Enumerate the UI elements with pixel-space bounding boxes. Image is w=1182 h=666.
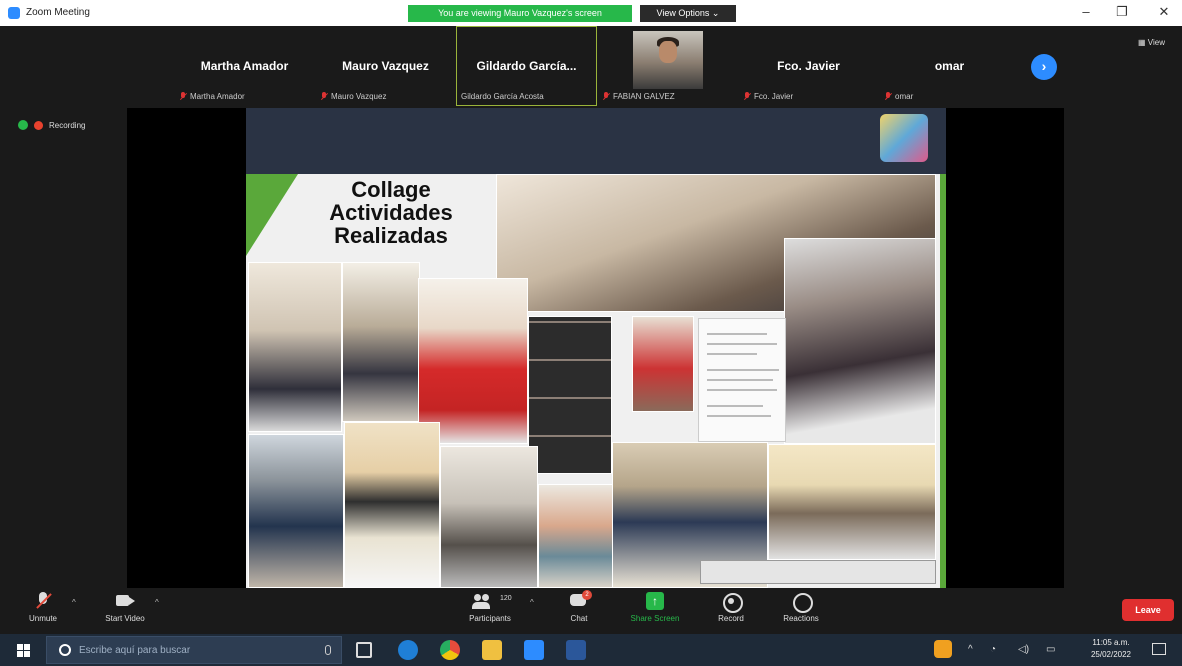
participant-name-label: Mauro Vazquez <box>320 92 386 101</box>
clock-time: 11:05 a.m. <box>1092 638 1130 647</box>
participants-options-caret-icon[interactable]: ^ <box>530 598 534 607</box>
unmute-button[interactable]: Unmute <box>8 592 78 623</box>
slide-green-accent <box>246 174 298 256</box>
participant-gallery-strip: Martha Amador Martha Amador Mauro Vazque… <box>174 26 1020 106</box>
window-titlebar: Zoom Meeting You are viewing Mauro Vazqu… <box>0 0 1182 26</box>
collage-photo-4 <box>248 434 344 588</box>
next-page-arrow-icon[interactable]: › <box>1031 54 1057 80</box>
video-options-caret-icon[interactable]: ^ <box>155 598 159 607</box>
task-view-icon[interactable] <box>356 642 372 658</box>
muted-mic-icon <box>179 92 187 101</box>
participant-tile[interactable]: Mauro Vazquez Mauro Vazquez <box>315 26 456 106</box>
file-explorer-icon[interactable] <box>482 640 502 660</box>
slide-green-edge <box>940 174 946 588</box>
recording-label: Recording <box>49 120 86 130</box>
close-button[interactable]: ✕ <box>1154 4 1174 20</box>
collage-photo-2 <box>342 262 420 422</box>
windows-start-icon[interactable] <box>17 644 30 657</box>
edge-browser-icon[interactable] <box>398 640 418 660</box>
participant-display-name: Fco. Javier <box>777 59 840 73</box>
voice-search-mic-icon[interactable] <box>325 645 331 655</box>
audio-options-caret-icon[interactable]: ^ <box>72 598 76 607</box>
slide-title: Collage Actividades Realizadas <box>329 177 453 248</box>
participant-tile[interactable]: omar omar <box>879 26 1020 106</box>
collage-photo-video-grid <box>528 316 612 474</box>
muted-mic-icon <box>602 92 610 101</box>
participants-icon <box>472 592 490 610</box>
share-screen-icon <box>646 592 664 610</box>
muted-mic-icon <box>884 92 892 101</box>
action-center-icon[interactable] <box>1152 643 1166 655</box>
participant-name-label: Martha Amador <box>179 92 245 101</box>
shared-slide: Collage Actividades Realizadas <box>246 108 946 588</box>
recording-dot-icon <box>34 120 43 130</box>
leave-button[interactable]: Leave <box>1122 599 1174 621</box>
participant-display-name: Mauro Vazquez <box>342 59 429 73</box>
show-hidden-icons-icon[interactable]: ^ <box>968 644 973 655</box>
participants-button[interactable]: 120 Participants <box>452 592 528 623</box>
minimize-button[interactable]: – <box>1076 4 1096 19</box>
video-person-face <box>659 41 677 63</box>
chat-button[interactable]: 2 Chat <box>544 590 614 623</box>
collage-photo-6 <box>440 446 538 588</box>
participant-name-label: Gildardo García Acosta <box>461 92 544 101</box>
network-icon[interactable]: ◔ <box>990 644 996 655</box>
reactions-smiley-icon <box>792 592 813 613</box>
collage-photo-9 <box>768 444 936 560</box>
taskbar-search-box[interactable]: Escribe aquí para buscar <box>46 636 342 664</box>
zoom-app-icon <box>8 7 20 19</box>
start-video-button[interactable]: Start Video <box>90 592 160 623</box>
participant-name-label: FABIAN GALVEZ <box>602 92 675 101</box>
meeting-toolbar: Unmute ^ Start Video ^ 120 Participants … <box>0 588 1182 634</box>
muted-mic-icon <box>320 92 328 101</box>
notification-app-tray-icon[interactable] <box>934 640 952 658</box>
search-placeholder: Escribe aquí para buscar <box>79 645 191 656</box>
reactions-button[interactable]: Reactions <box>766 592 836 623</box>
screen-share-banner: You are viewing Mauro Vazquez's screen <box>408 5 632 22</box>
chrome-browser-icon[interactable] <box>440 640 460 660</box>
video-camera-off-icon <box>116 592 135 610</box>
collage-photo-1 <box>248 262 342 432</box>
windows-taskbar: Escribe aquí para buscar ^ ◔ ◁) ▭ 11:05 … <box>0 634 1182 666</box>
collage-document <box>698 318 786 442</box>
taskbar-clock[interactable]: 11:05 a.m. 25/02/2022 <box>1086 637 1136 661</box>
clock-date: 25/02/2022 <box>1090 650 1132 659</box>
participant-display-name: Martha Amador <box>200 59 289 73</box>
share-screen-button[interactable]: Share Screen <box>620 592 690 623</box>
chat-unread-badge: 2 <box>582 590 592 600</box>
view-button[interactable]: ▦ View <box>1138 38 1165 47</box>
view-options-button[interactable]: View Options ⌄ <box>640 5 736 22</box>
collage-photo-writing <box>784 238 936 444</box>
collage-photo-3 <box>632 316 694 412</box>
record-button[interactable]: Record <box>696 592 766 623</box>
collage-photo-5 <box>344 422 440 588</box>
search-icon <box>59 644 71 656</box>
participant-tile[interactable]: FABIAN GALVEZ <box>597 26 738 106</box>
restore-button[interactable]: ❐ <box>1112 4 1132 20</box>
zoom-taskbar-icon[interactable] <box>524 640 544 660</box>
participant-tile[interactable]: Martha Amador Martha Amador <box>174 26 315 106</box>
recording-indicator: Recording <box>18 120 85 130</box>
microphone-muted-icon <box>34 592 52 610</box>
record-icon <box>722 592 743 613</box>
participant-video-feed <box>633 31 703 89</box>
window-title: Zoom Meeting <box>26 7 90 18</box>
participant-display-name: Gildardo García... <box>476 59 577 73</box>
participant-tile-active-speaker[interactable]: Gildardo García... Gildardo García Acost… <box>456 26 597 106</box>
slide-header-band <box>246 108 946 174</box>
participant-tile[interactable]: Fco. Javier Fco. Javier <box>738 26 879 106</box>
keyboard-icon[interactable]: ▭ <box>1046 644 1055 655</box>
participant-name-label: omar <box>884 92 913 101</box>
volume-icon[interactable]: ◁) <box>1018 644 1029 655</box>
school-crest-logo <box>880 114 928 162</box>
muted-mic-icon <box>743 92 751 101</box>
word-app-icon[interactable] <box>566 640 586 660</box>
participant-name-label: Fco. Javier <box>743 92 793 101</box>
participant-display-name: omar <box>934 59 965 73</box>
participants-count: 120 <box>500 595 512 602</box>
chat-icon: 2 <box>570 590 592 610</box>
encryption-shield-icon[interactable] <box>18 120 28 130</box>
collage-photo-red-jacket <box>418 278 528 444</box>
collage-table <box>700 560 936 584</box>
